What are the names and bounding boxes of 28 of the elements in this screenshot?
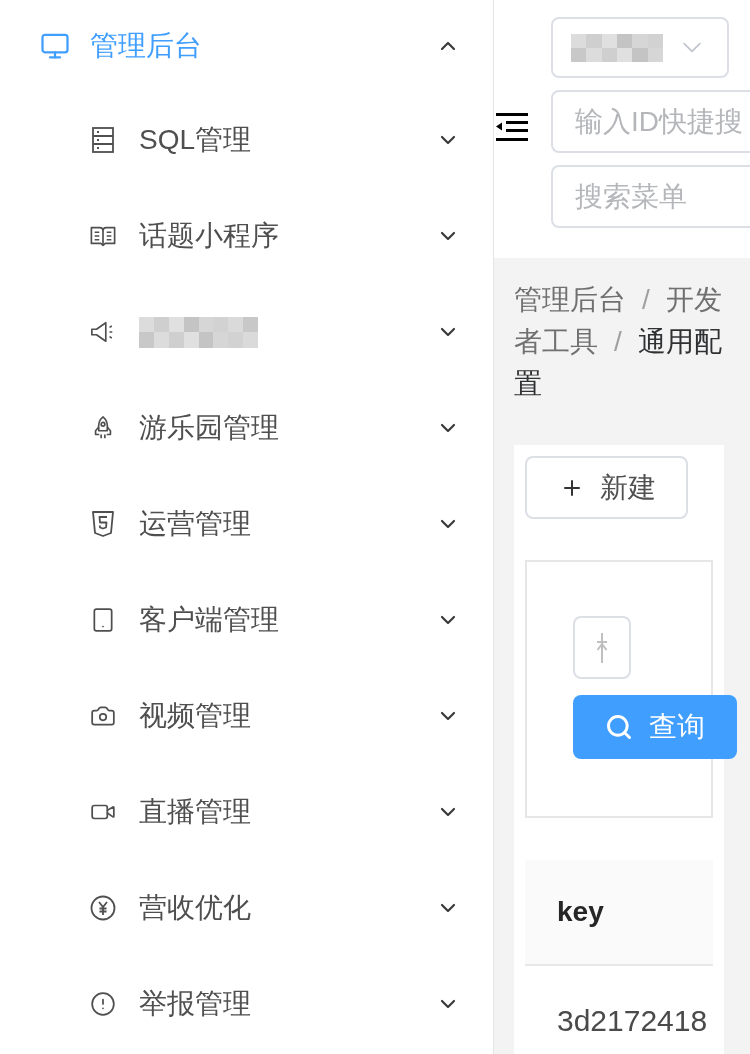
menu-item[interactable]: 举报管理	[0, 956, 493, 1052]
input-field[interactable]	[573, 616, 631, 679]
menu-item[interactable]: 视频管理	[0, 668, 493, 764]
table-cell-text: 3d2172418	[557, 1002, 708, 1039]
monitor-icon	[40, 31, 70, 61]
yen-circle-icon	[90, 895, 116, 921]
alert-circle-icon	[90, 991, 116, 1017]
menu-item[interactable]: 营收优化	[0, 860, 493, 956]
search-icon	[605, 713, 633, 741]
server-list-icon	[90, 127, 116, 153]
breadcrumb[interactable]: 管理后台 / 开发者工具 / 通用配置	[514, 279, 736, 405]
column-header: key	[557, 895, 604, 929]
menu-item[interactable]: 直播管理	[0, 764, 493, 860]
tablet-icon	[90, 607, 116, 633]
html5-shield-icon	[90, 511, 116, 537]
search-field[interactable]: 搜索菜单	[551, 165, 750, 228]
menu-fold-icon[interactable]	[496, 113, 528, 141]
camera-icon	[90, 703, 116, 729]
menu-item[interactable]: 话题小程序	[0, 188, 493, 284]
chevron-down-icon	[681, 41, 703, 54]
menu-item[interactable]: 客户端管理	[0, 572, 493, 668]
search-field[interactable]: 输入ID快捷搜	[551, 90, 750, 153]
menu-item[interactable]: 运营管理	[0, 476, 493, 572]
new-button[interactable]: 新建	[525, 456, 688, 519]
menu-item[interactable]: 游乐园管理	[0, 380, 493, 476]
stick-figure-icon	[596, 632, 608, 663]
menu-item[interactable]: SQL管理	[0, 92, 493, 188]
select-field[interactable]	[551, 17, 729, 78]
